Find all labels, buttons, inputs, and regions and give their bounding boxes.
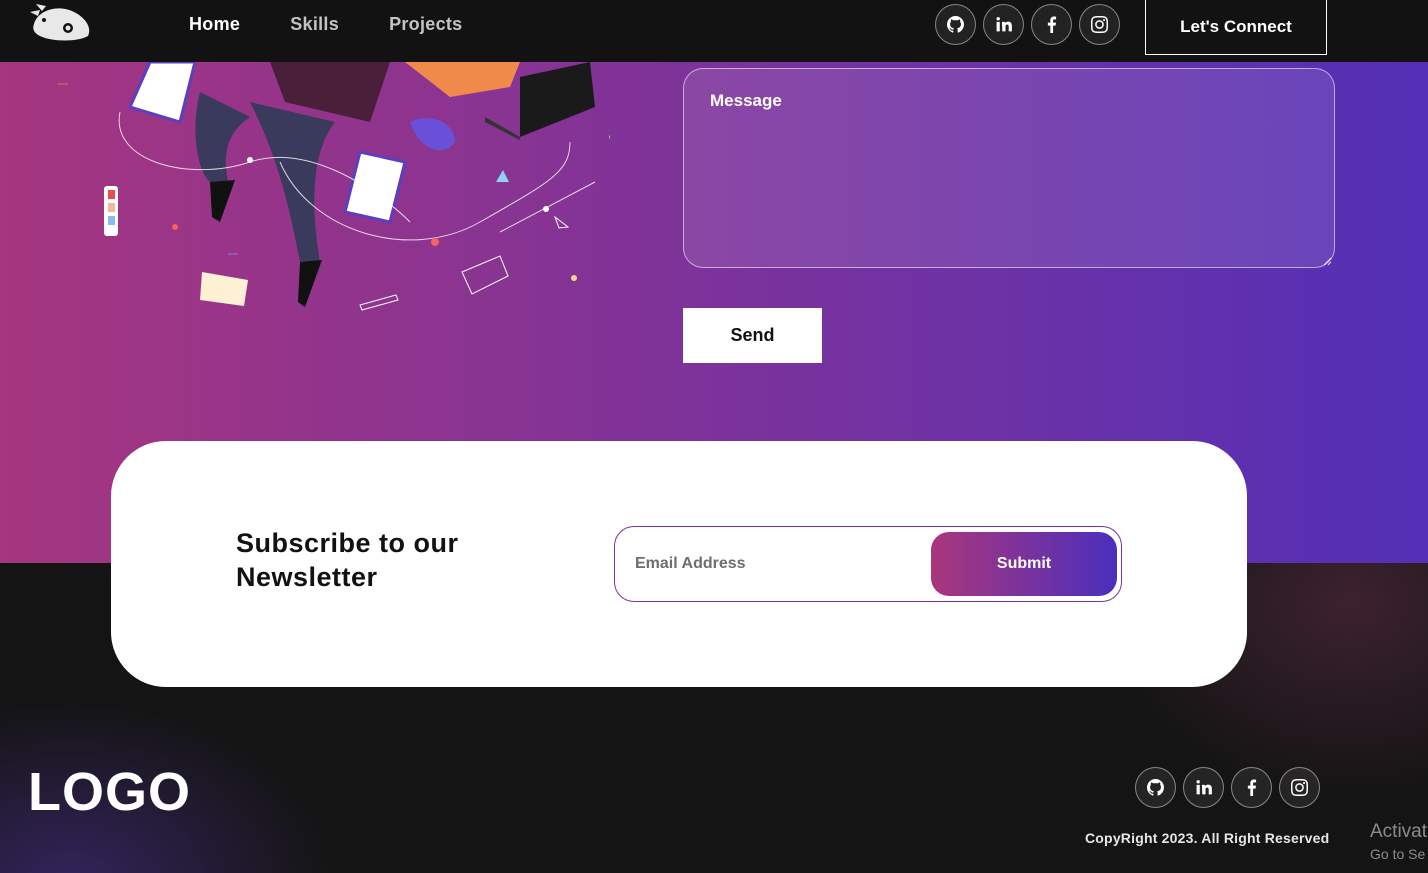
footer-logo: LOGO: [28, 762, 191, 822]
github-icon[interactable]: [935, 4, 976, 45]
nav-link-home[interactable]: Home: [189, 14, 240, 35]
os-activation-watermark: Activat Go to Se: [1370, 821, 1427, 865]
submit-button[interactable]: Submit: [931, 532, 1117, 596]
navbar: Home Skills Projects Let's Connect: [0, 0, 1428, 62]
facebook-icon[interactable]: [1031, 4, 1072, 45]
resize-grip-icon[interactable]: [1322, 256, 1332, 266]
newsletter-card: Subscribe to our Newsletter Submit: [111, 441, 1247, 687]
linkedin-icon[interactable]: [983, 4, 1024, 45]
instagram-icon[interactable]: [1079, 4, 1120, 45]
github-icon[interactable]: [1135, 767, 1176, 808]
copyright-text: CopyRight 2023. All Right Reserved: [1085, 830, 1330, 846]
linkedin-icon[interactable]: [1183, 767, 1224, 808]
lets-connect-button[interactable]: Let's Connect: [1145, 0, 1327, 55]
nav-links: Home Skills Projects: [189, 14, 513, 35]
newsletter-title: Subscribe to our Newsletter: [236, 528, 459, 592]
nav-link-projects[interactable]: Projects: [389, 14, 462, 35]
nav-link-skills[interactable]: Skills: [290, 14, 339, 35]
instagram-icon[interactable]: [1279, 767, 1320, 808]
nav-social-icons: [935, 4, 1120, 45]
newsletter-form: Submit: [614, 526, 1122, 602]
facebook-icon[interactable]: [1231, 767, 1272, 808]
brand-logo-icon[interactable]: [28, 2, 92, 44]
message-textarea[interactable]: [683, 68, 1335, 268]
footer-social-icons: [1135, 767, 1320, 808]
contact-illustration: [58, 62, 610, 311]
watermark-line-2: Go to Se: [1370, 846, 1426, 862]
email-input[interactable]: [635, 549, 915, 579]
send-button[interactable]: Send: [683, 308, 822, 363]
watermark-line-1: Activat: [1370, 821, 1428, 842]
